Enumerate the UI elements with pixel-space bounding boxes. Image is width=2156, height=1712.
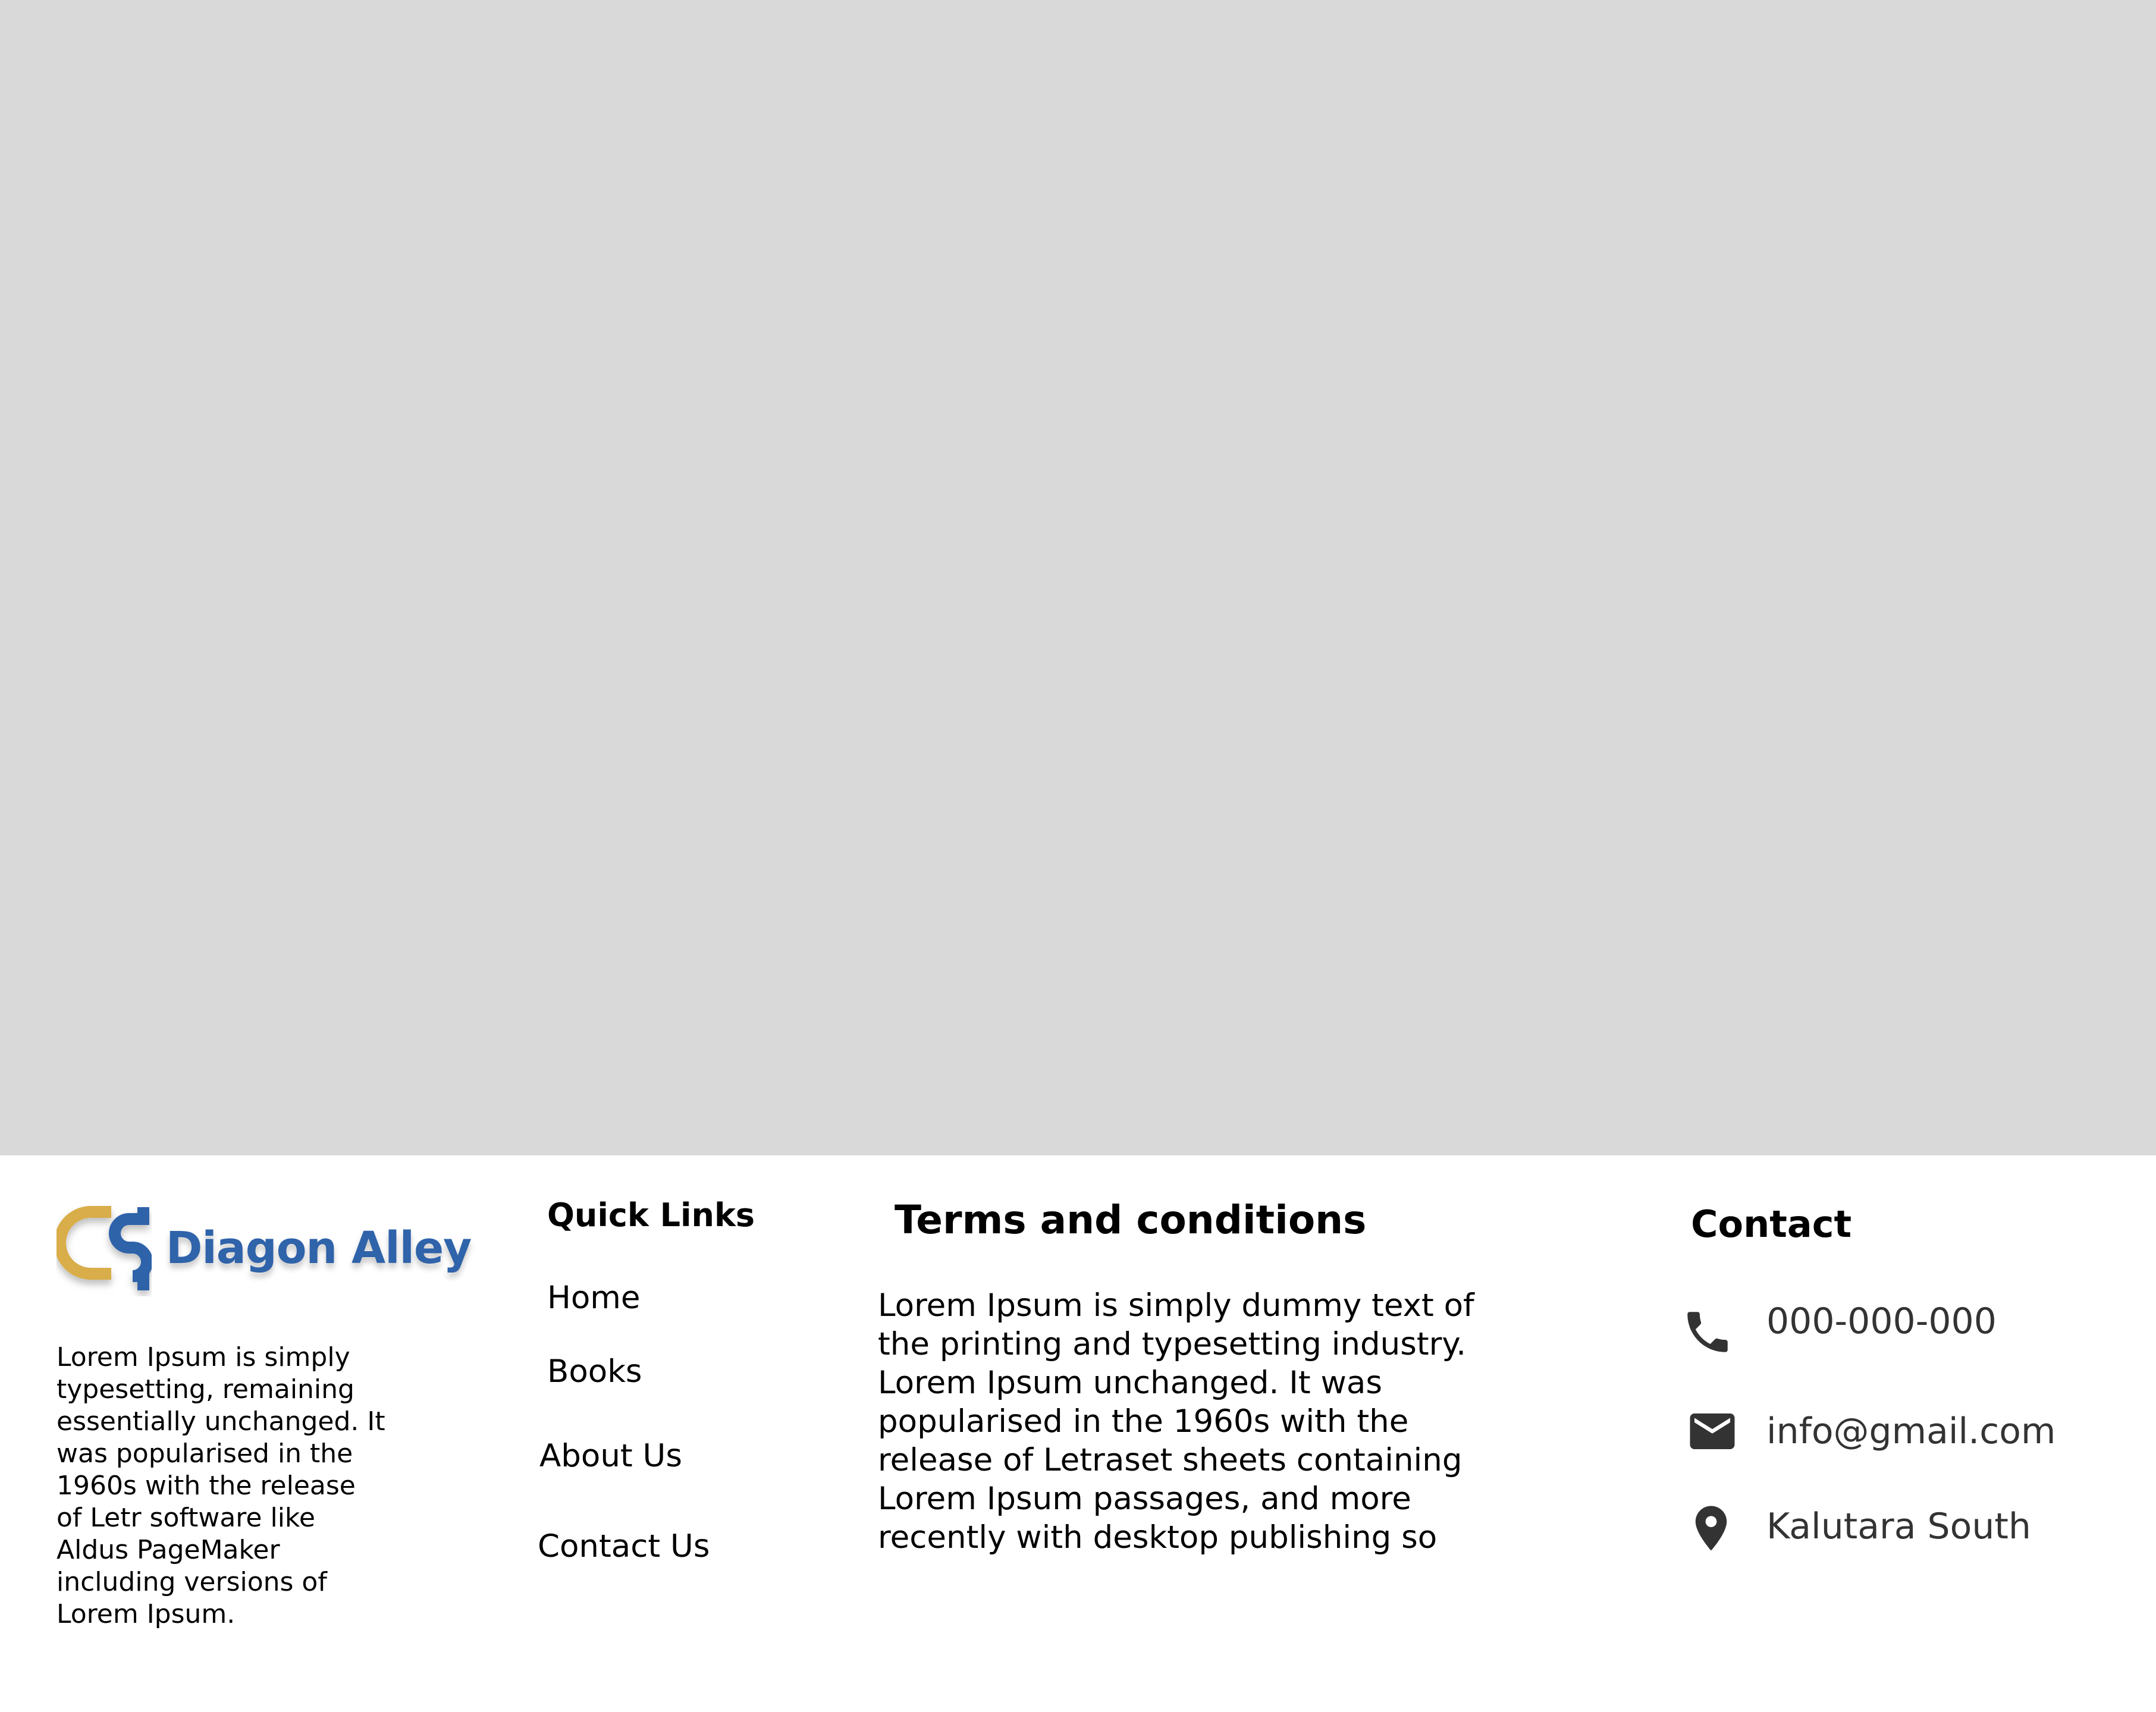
brand-description-line: was popularised in the: [57, 1438, 353, 1469]
quick-links-heading: Quick Links: [547, 1196, 755, 1234]
terms-body: Lorem Ipsum is simply dummy text of the …: [878, 1286, 1474, 1557]
terms-line: recently with desktop publishing so: [878, 1519, 1438, 1556]
terms-heading: Terms and conditions: [895, 1197, 1367, 1243]
quick-link-books[interactable]: Books: [547, 1353, 642, 1390]
hero-banner: [0, 0, 2156, 1155]
brand-name: Diagon Alley: [166, 1223, 472, 1274]
brand-description-line: Lorem Ipsum is simply: [57, 1342, 350, 1372]
brand-description-line: including versions of: [57, 1567, 327, 1597]
contact-phone[interactable]: 000-000-000: [1766, 1301, 1997, 1342]
terms-line: Lorem Ipsum is simply dummy text of: [878, 1287, 1474, 1324]
brand-description: Lorem Ipsum is simply typesetting, remai…: [57, 1342, 390, 1631]
brand-description-line: Lorem Ipsum.: [57, 1599, 236, 1629]
location-pin-icon: [1695, 1506, 1727, 1551]
mail-icon: [1690, 1413, 1735, 1449]
brand-description-line: essentially unchanged. It: [57, 1406, 385, 1437]
quick-link-contact-us[interactable]: Contact Us: [538, 1528, 710, 1565]
brand[interactable]: Diagon Alley: [57, 1201, 472, 1308]
brand-description-line: typesetting, remaining: [57, 1374, 354, 1405]
phone-icon: [1687, 1312, 1728, 1352]
terms-line: Lorem Ipsum passages, and more: [878, 1481, 1411, 1517]
diagon-alley-logo-icon: [57, 1206, 152, 1290]
brand-description-line: 1960s with the release: [57, 1471, 356, 1501]
terms-line: popularised in the 1960s with the: [878, 1403, 1409, 1440]
contact-heading: Contact: [1691, 1202, 1852, 1246]
brand-description-line: of Letr software like: [57, 1503, 315, 1533]
terms-line: release of Letraset sheets containing: [878, 1442, 1463, 1478]
terms-line: the printing and typesetting industry.: [878, 1326, 1467, 1362]
quick-link-home[interactable]: Home: [547, 1280, 641, 1316]
contact-email[interactable]: info@gmail.com: [1766, 1411, 2055, 1452]
terms-line: Lorem Ipsum unchanged. It was: [878, 1365, 1382, 1401]
quick-link-about-us[interactable]: About Us: [539, 1438, 682, 1474]
contact-location: Kalutara South: [1766, 1506, 2031, 1547]
brand-description-line: Aldus PageMaker: [57, 1535, 280, 1565]
